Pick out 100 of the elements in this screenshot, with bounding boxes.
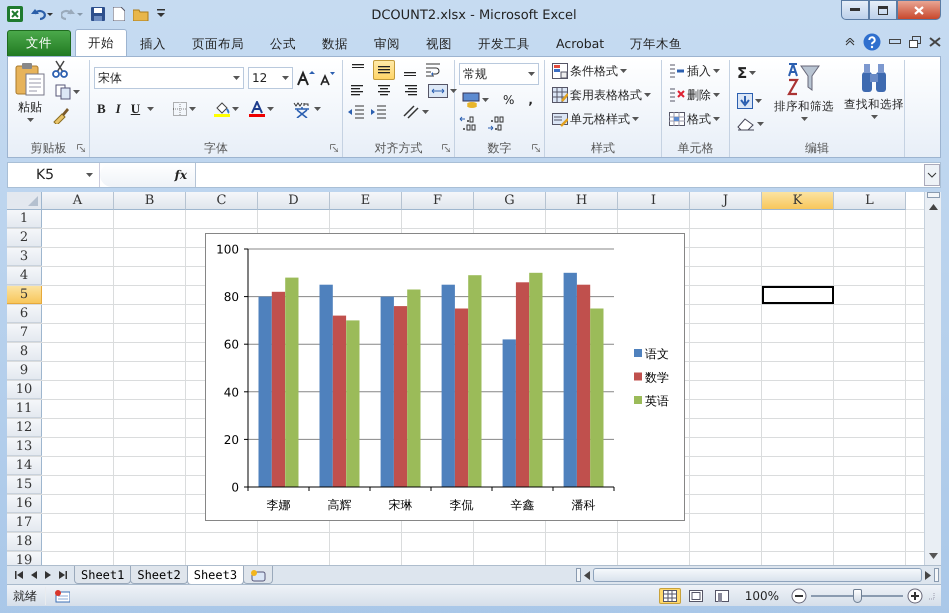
dialog-launcher-icon[interactable] <box>532 144 540 152</box>
row-header[interactable]: 17 <box>7 514 42 532</box>
column-header[interactable]: A <box>42 192 114 210</box>
cells-menu-button[interactable]: 格式 <box>666 108 725 130</box>
dialog-launcher-icon[interactable] <box>442 144 450 152</box>
row-header[interactable]: 1 <box>7 210 42 228</box>
close-icon[interactable] <box>929 37 941 47</box>
row-header[interactable]: 5 <box>7 286 42 304</box>
row-header[interactable]: 10 <box>7 381 42 399</box>
style-menu-button[interactable]: 套用表格格式 <box>549 84 657 106</box>
restore-icon[interactable] <box>909 36 921 48</box>
ribbon-tab[interactable]: 开始 <box>75 29 127 56</box>
find-select-button[interactable]: 查找和选择 <box>841 60 907 139</box>
paste-button[interactable]: 粘贴 <box>12 60 48 139</box>
spreadsheet-logo-icon[interactable] <box>7 6 23 22</box>
collapse-ribbon-icon[interactable] <box>845 38 855 46</box>
row-header[interactable]: 15 <box>7 476 42 494</box>
row-header[interactable]: 7 <box>7 324 42 342</box>
sheet-tab[interactable]: Sheet3 <box>186 566 244 584</box>
middle-align-button[interactable] <box>373 60 395 80</box>
increase-indent-icon[interactable] <box>369 104 387 120</box>
column-header[interactable]: L <box>834 192 906 210</box>
active-cell[interactable] <box>762 286 834 304</box>
row-header[interactable]: 19 <box>7 552 42 565</box>
grow-font-icon[interactable] <box>297 70 315 86</box>
dialog-launcher-icon[interactable] <box>330 144 338 152</box>
slider-thumb[interactable] <box>853 588 862 602</box>
column-header[interactable]: K <box>762 192 834 210</box>
column-header[interactable]: G <box>474 192 546 210</box>
merge-center-button[interactable] <box>425 81 460 101</box>
row-header[interactable]: 12 <box>7 419 42 437</box>
split-handle-icon[interactable] <box>576 568 581 582</box>
bold-button[interactable]: B <box>94 97 109 120</box>
format-painter-icon[interactable] <box>52 106 70 124</box>
autosum-button[interactable]: Σ <box>734 60 767 86</box>
zoom-slider[interactable] <box>811 588 903 602</box>
row-header[interactable]: 11 <box>7 400 42 418</box>
cells-menu-button[interactable]: 插入 <box>666 60 725 82</box>
zoom-in-icon[interactable] <box>907 588 923 604</box>
column-header[interactable]: B <box>114 192 186 210</box>
view-button[interactable] <box>658 588 681 604</box>
new-file-icon[interactable] <box>113 7 125 21</box>
ribbon-tab[interactable]: 数据 <box>309 32 361 56</box>
scroll-left-icon[interactable] <box>584 570 590 580</box>
row-header[interactable]: 4 <box>7 267 42 285</box>
column-header[interactable]: C <box>186 192 258 210</box>
split-handle-icon[interactable] <box>926 192 940 198</box>
ribbon-tab[interactable]: 万年木鱼 <box>617 32 696 56</box>
cells-menu-button[interactable]: 删除 <box>666 84 725 106</box>
undo-icon[interactable] <box>31 7 53 21</box>
font-size-field[interactable]: 12 <box>248 67 293 89</box>
ribbon-tab[interactable]: Acrobat <box>543 32 618 56</box>
ribbon-tab[interactable]: 公式 <box>257 32 309 56</box>
ribbon-tab[interactable]: 插入 <box>127 32 179 56</box>
file-tab[interactable]: 文件 <box>7 30 71 56</box>
scroll-down-icon[interactable] <box>928 553 938 559</box>
decrease-indent-icon[interactable] <box>347 104 365 120</box>
row-header[interactable]: 2 <box>7 229 42 247</box>
scroll-right-icon[interactable] <box>925 570 931 580</box>
row-header[interactable]: 3 <box>7 248 42 266</box>
sheet-tab[interactable]: Sheet1 <box>74 566 132 584</box>
scroll-up-icon[interactable] <box>928 204 938 210</box>
shrink-font-icon[interactable] <box>319 70 335 86</box>
help-icon[interactable] <box>863 33 881 51</box>
minimize-button[interactable] <box>841 0 869 20</box>
close-button[interactable] <box>897 0 941 20</box>
maximize-button[interactable] <box>869 0 897 20</box>
sort-filter-button[interactable]: 排序和筛选 <box>771 60 837 139</box>
column-header[interactable]: H <box>546 192 618 210</box>
open-folder-icon[interactable] <box>133 7 149 21</box>
next-sheet-icon[interactable] <box>45 571 51 579</box>
comma-button[interactable]: , <box>525 89 536 111</box>
style-menu-button[interactable]: 条件格式 <box>549 60 657 82</box>
number-format-field[interactable]: 常规 <box>459 63 539 85</box>
ribbon-tab[interactable]: 视图 <box>413 32 465 56</box>
previous-sheet-icon[interactable] <box>31 571 37 579</box>
save-icon[interactable] <box>91 7 105 21</box>
row-header[interactable]: 13 <box>7 438 42 456</box>
minimize-icon[interactable] <box>889 39 901 45</box>
font-name-field[interactable]: 宋体 <box>94 67 244 89</box>
column-header[interactable]: E <box>330 192 402 210</box>
insert-sheet-button[interactable] <box>243 566 274 584</box>
zoom-out-icon[interactable] <box>791 588 807 604</box>
column-header[interactable]: F <box>402 192 474 210</box>
column-header[interactable]: J <box>690 192 762 210</box>
dialog-launcher-icon[interactable] <box>77 144 85 152</box>
row-header[interactable]: 18 <box>7 533 42 551</box>
scissors-icon[interactable] <box>52 60 68 78</box>
record-macro-icon[interactable] <box>54 588 70 602</box>
wrap-text-icon[interactable] <box>425 62 443 78</box>
column-header[interactable]: D <box>258 192 330 210</box>
row-header[interactable]: 8 <box>7 343 42 361</box>
underline-button[interactable]: U <box>128 97 144 120</box>
scroll-thumb[interactable] <box>593 568 922 582</box>
row-header[interactable]: 6 <box>7 305 42 323</box>
first-sheet-icon[interactable] <box>15 571 23 579</box>
split-handle-icon[interactable] <box>934 568 939 582</box>
last-sheet-icon[interactable] <box>59 571 67 579</box>
ribbon-tab[interactable]: 开发工具 <box>465 32 543 56</box>
row-header[interactable]: 9 <box>7 362 42 380</box>
